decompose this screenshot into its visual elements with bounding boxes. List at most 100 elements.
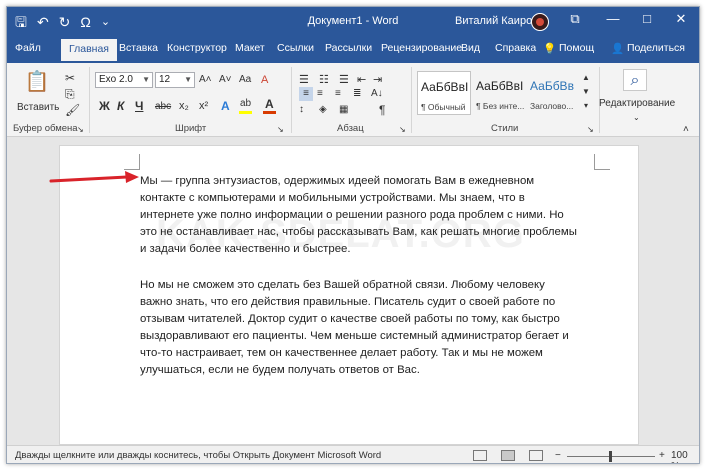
align-left-icon[interactable]: ≡ — [299, 87, 313, 101]
chevron-down-icon[interactable]: ▼ — [184, 73, 192, 87]
read-mode-icon[interactable] — [473, 450, 487, 461]
ribbon: 📋 Вставить ✂ ⎘ 🖌 Буфер обмена ↘ Exo 2.0 … — [7, 63, 699, 137]
text-effects-icon[interactable]: A — [221, 99, 230, 113]
person-icon[interactable]: 👤 — [611, 42, 624, 55]
bullets-icon[interactable]: ☰ — [299, 73, 309, 87]
font-name-value: Exo 2.0 — [99, 74, 133, 85]
style-normal[interactable]: АаБбВвI ¶ Обычный — [417, 71, 471, 115]
font-color-icon[interactable]: A — [263, 97, 276, 114]
ribbon-options-icon[interactable]: ⧉ — [563, 11, 587, 27]
italic-button[interactable]: К — [117, 99, 124, 113]
web-layout-icon[interactable] — [529, 450, 543, 461]
align-center-icon[interactable]: ≡ — [317, 87, 323, 101]
style-no-spacing[interactable]: АаБбВвI ¶ Без инте... — [473, 71, 527, 115]
styles-more-icon[interactable]: ▾ — [581, 99, 591, 112]
justify-icon[interactable]: ≣ — [353, 87, 361, 101]
grow-font-icon[interactable]: A˄ — [199, 73, 212, 87]
sort-icon[interactable]: A↓ — [371, 87, 383, 101]
clear-format-icon[interactable]: A — [261, 73, 268, 87]
zoom-level[interactable]: 100 % — [671, 450, 699, 463]
font-size-combo[interactable]: 12 ▼ — [155, 72, 195, 88]
paste-button[interactable]: Вставить — [17, 101, 59, 115]
minimize-button[interactable]: — — [601, 11, 625, 26]
bold-button[interactable]: Ж — [99, 99, 110, 113]
tab-layout[interactable]: Макет — [235, 42, 265, 54]
cut-icon[interactable]: ✂ — [65, 71, 75, 85]
share-button[interactable]: Поделиться — [627, 42, 685, 54]
text-line: выздоравливают его пациенты. Чем меньше … — [140, 330, 569, 342]
window-title: Документ1 - Word — [307, 15, 399, 27]
underline-button[interactable]: Ч — [135, 99, 143, 113]
document-area[interactable]: KAK-SDELAT.ORG Мы — группа энтузиастов, … — [7, 137, 699, 445]
collapse-ribbon-icon[interactable]: ˄ — [683, 123, 689, 137]
strikethrough-button[interactable]: abc — [155, 100, 171, 114]
subscript-button[interactable]: x₂ — [179, 99, 189, 113]
tab-view[interactable]: Вид — [461, 42, 480, 54]
tab-review[interactable]: Рецензирование — [381, 42, 462, 54]
paste-icon[interactable]: 📋 — [23, 69, 51, 95]
chevron-down-icon[interactable]: ▼ — [142, 73, 150, 87]
change-case-icon[interactable]: Aa — [239, 73, 251, 87]
paragraph-2[interactable]: Но мы не сможем это сделать без Вашей об… — [140, 277, 610, 379]
align-right-icon[interactable]: ≡ — [335, 87, 341, 101]
status-message: Дважды щелкните или дважды коснитесь, чт… — [15, 450, 382, 461]
tab-references[interactable]: Ссылки — [277, 42, 314, 54]
borders-icon[interactable]: ▦ — [339, 103, 348, 117]
multilevel-list-icon[interactable]: ☰ — [339, 73, 349, 87]
font-name-combo[interactable]: Exo 2.0 ▼ — [95, 72, 153, 88]
styles-group-label: Стили — [491, 123, 519, 134]
superscript-button[interactable]: x² — [199, 99, 208, 113]
maximize-button[interactable]: □ — [635, 11, 659, 26]
tab-mailings[interactable]: Рассылки — [325, 42, 372, 54]
margin-corner — [124, 154, 140, 170]
line-spacing-icon[interactable]: ↕ — [299, 103, 304, 117]
print-layout-icon[interactable] — [501, 450, 515, 461]
search-icon[interactable]: ⌕ — [623, 69, 647, 91]
pilcrow-icon[interactable]: ¶ — [379, 103, 385, 117]
shading-icon[interactable]: ◈ — [319, 103, 327, 117]
highlight-color-icon[interactable]: ab — [239, 97, 253, 114]
document-page[interactable]: KAK-SDELAT.ORG Мы — группа энтузиастов, … — [59, 145, 639, 445]
tab-file[interactable]: Файл — [15, 42, 41, 54]
font-group-label: Шрифт — [175, 123, 207, 134]
annotation-arrow — [49, 171, 139, 183]
launcher-icon[interactable]: ↘ — [399, 123, 406, 137]
ribbon-tabs: Файл Главная Вставка Конструктор Макет С… — [7, 37, 699, 63]
zoom-slider-thumb[interactable] — [609, 451, 612, 462]
tab-help[interactable]: Справка — [495, 42, 536, 54]
group-divider — [89, 67, 90, 133]
tab-tell-me[interactable]: Помощ — [559, 42, 594, 54]
format-painter-icon[interactable]: 🖌 — [65, 103, 80, 117]
chevron-down-icon[interactable]: ⌄ — [633, 111, 640, 125]
increase-indent-icon[interactable]: ⇥ — [373, 73, 382, 87]
close-button[interactable]: ✕ — [669, 11, 693, 27]
title-bar: 🖫 ↶ ↻ Ω ⌄ Документ1 - Word Виталий Каиро… — [7, 7, 699, 37]
styles-scroll-up-icon[interactable]: ▲ — [581, 71, 591, 84]
paragraph-1[interactable]: Мы — группа энтузиастов, одержимых идеей… — [140, 173, 610, 258]
zoom-out-button[interactable]: − — [555, 450, 561, 461]
user-name[interactable]: Виталий Каиров — [455, 15, 538, 27]
styles-scroll-down-icon[interactable]: ▼ — [581, 85, 591, 98]
style-sample: АаБбВвI — [476, 79, 524, 93]
shrink-font-icon[interactable]: A˅ — [219, 73, 232, 87]
tab-insert[interactable]: Вставка — [119, 42, 158, 54]
editing-button[interactable]: Редактирование — [599, 97, 675, 111]
tab-home[interactable]: Главная — [61, 39, 117, 61]
copy-icon[interactable]: ⎘ — [65, 87, 75, 101]
zoom-in-button[interactable]: + — [659, 450, 665, 461]
avatar[interactable] — [531, 13, 549, 31]
text-line: важно знать, что его действия правильные… — [140, 296, 556, 308]
decrease-indent-icon[interactable]: ⇤ — [357, 73, 366, 87]
text-line: интернете уже полно информации о решении… — [140, 209, 564, 221]
launcher-icon[interactable]: ↘ — [277, 123, 284, 137]
text-line: Мы — группа энтузиастов, одержимых идеей… — [140, 175, 535, 187]
style-name: ¶ Без инте... — [476, 101, 525, 111]
numbering-icon[interactable]: ☷ — [319, 73, 329, 87]
style-heading[interactable]: АаБбВв Заголово... — [527, 71, 581, 115]
tab-design[interactable]: Конструктор — [167, 42, 227, 54]
lightbulb-icon[interactable]: 💡 — [543, 42, 556, 55]
font-size-value: 12 — [159, 74, 171, 85]
launcher-icon[interactable]: ↘ — [587, 123, 594, 137]
text-line: улучшаться, если не будем получать ответ… — [140, 364, 420, 376]
launcher-icon[interactable]: ↘ — [77, 123, 84, 137]
